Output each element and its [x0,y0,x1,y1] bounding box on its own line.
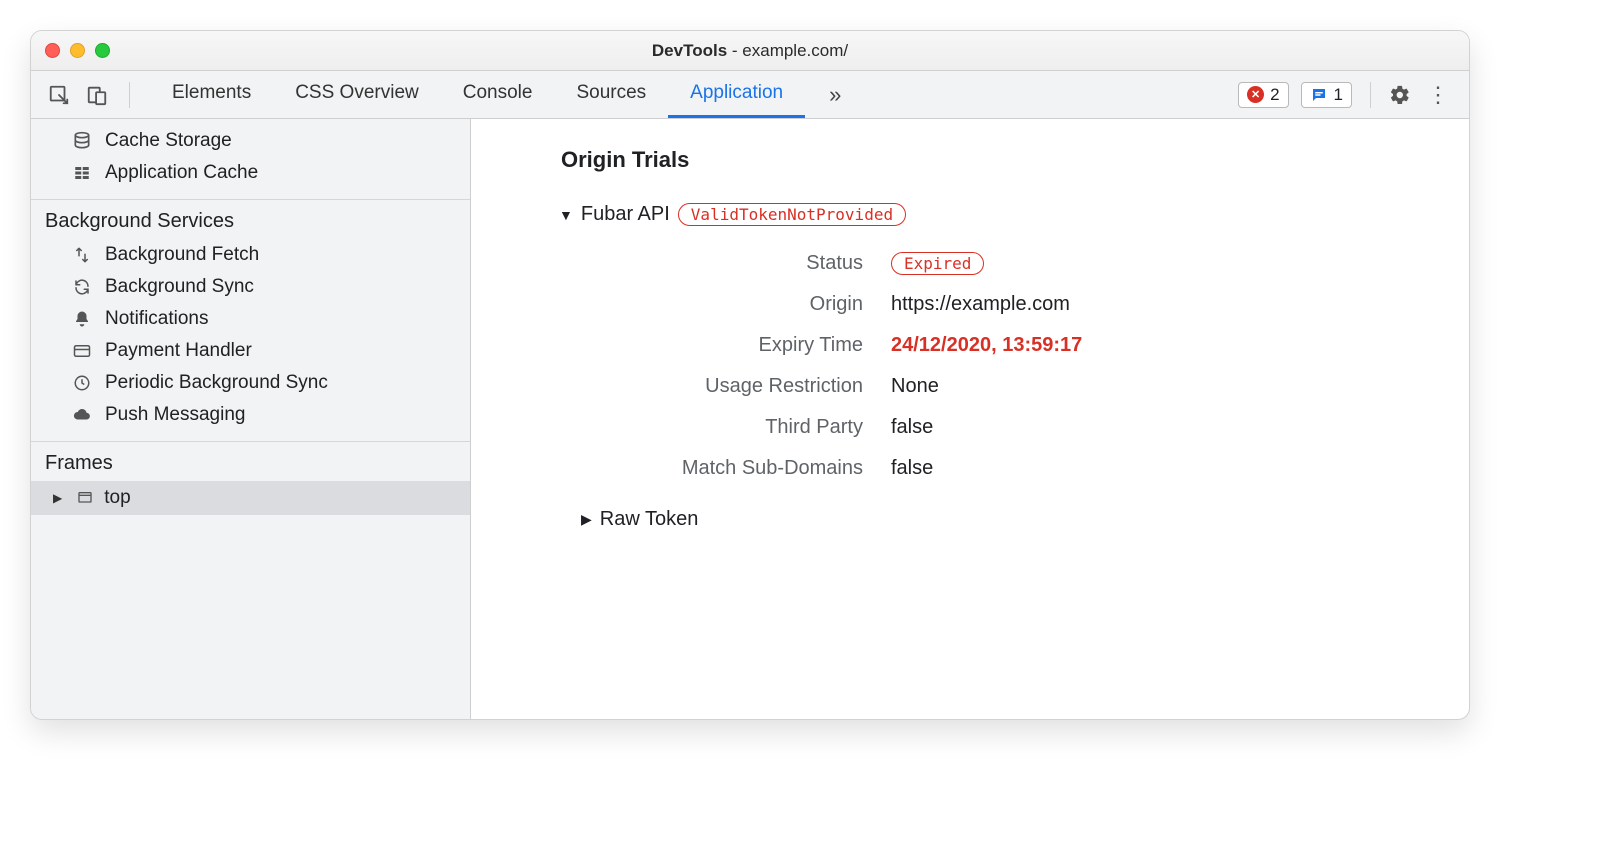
sidebar-item-background-sync[interactable]: Background Sync [31,271,470,303]
value-expiry: 24/12/2020, 13:59:17 [891,334,1439,357]
separator [1370,82,1371,108]
bell-icon [71,310,93,328]
sidebar-item-notifications[interactable]: Notifications [31,303,470,335]
tab-console[interactable]: Console [441,71,555,118]
raw-token-toggle[interactable]: ▶ Raw Token [581,508,1439,531]
database-icon [71,131,93,151]
grid-icon [71,164,93,182]
raw-token-label: Raw Token [600,508,699,531]
label-third-party: Third Party [591,416,891,439]
separator [129,82,130,108]
title-suffix: example.com/ [742,41,848,60]
sidebar-item-label: Cache Storage [105,130,232,152]
expand-icon: ▶ [581,511,592,528]
expand-icon: ▶ [53,491,62,505]
sidebar-item-push-messaging[interactable]: Push Messaging [31,399,470,431]
sidebar-item-background-fetch[interactable]: Background Fetch [31,239,470,271]
sidebar-item-application-cache[interactable]: Application Cache [31,157,470,189]
label-expiry: Expiry Time [591,334,891,357]
window-controls [45,43,110,58]
device-toggle-icon[interactable] [85,83,109,107]
trial-name: Fubar API [581,203,670,226]
card-icon [71,342,93,360]
message-count: 1 [1334,85,1343,105]
fetch-icon [71,246,93,264]
zoom-window-button[interactable] [95,43,110,58]
more-tabs-button[interactable]: » [819,82,851,108]
value-third-party: false [891,416,1439,439]
message-icon [1310,86,1328,104]
collapse-icon: ▼ [559,207,573,223]
sidebar-item-label: Application Cache [105,162,258,184]
panel-tabs: Elements CSS Overview Console Sources Ap… [150,71,805,118]
messages-badge[interactable]: 1 [1301,82,1352,108]
trial-header[interactable]: ▼ Fubar API ValidTokenNotProvided [559,203,1439,226]
panel-body: Cache Storage Application Cache Backgrou… [31,119,1469,719]
window-title: DevTools - example.com/ [31,41,1469,61]
tab-elements[interactable]: Elements [150,71,273,118]
status-expired-badge: Expired [891,252,984,275]
sidebar-item-label: Periodic Background Sync [105,372,328,394]
value-status: Expired [891,252,1439,275]
sidebar-item-label: Push Messaging [105,404,245,426]
label-usage-restriction: Usage Restriction [591,375,891,398]
title-prefix: DevTools [652,41,727,60]
trial-details: Status Expired Origin https://example.co… [591,252,1439,480]
error-count: 2 [1270,85,1279,105]
sidebar: Cache Storage Application Cache Backgrou… [31,119,471,719]
titlebar: DevTools - example.com/ [31,31,1469,71]
sync-icon [71,278,93,296]
value-usage-restriction: None [891,375,1439,398]
sidebar-item-payment-handler[interactable]: Payment Handler [31,335,470,367]
label-status: Status [591,252,891,275]
sidebar-item-label: Payment Handler [105,340,252,362]
sidebar-item-periodic-background-sync[interactable]: Periodic Background Sync [31,367,470,399]
clock-icon [71,374,93,392]
sidebar-section-frames: Frames [31,441,470,481]
minimize-window-button[interactable] [70,43,85,58]
toolbar-right: 2 1 ⋮ [1238,82,1453,108]
sidebar-item-label: Background Sync [105,276,254,298]
more-options-button[interactable]: ⋮ [1423,82,1453,108]
frame-label: top [104,487,130,509]
trial-status-badge: ValidTokenNotProvided [678,203,906,226]
error-icon [1247,86,1264,103]
inspect-icon[interactable] [47,83,71,107]
cloud-icon [71,406,93,424]
window-icon [74,490,96,506]
main-panel: Origin Trials ▼ Fubar API ValidTokenNotP… [471,119,1469,719]
sidebar-item-label: Background Fetch [105,244,259,266]
sidebar-section-background-services: Background Services [31,199,470,239]
sidebar-item-cache-storage[interactable]: Cache Storage [31,125,470,157]
label-origin: Origin [591,293,891,316]
page-heading: Origin Trials [561,147,1439,173]
tab-sources[interactable]: Sources [554,71,668,118]
frame-top[interactable]: ▶ top [31,481,470,515]
toolbar: Elements CSS Overview Console Sources Ap… [31,71,1469,119]
tab-css-overview[interactable]: CSS Overview [273,71,441,118]
label-match-subdomains: Match Sub-Domains [591,457,891,480]
settings-button[interactable] [1389,84,1411,106]
value-origin: https://example.com [891,293,1439,316]
errors-badge[interactable]: 2 [1238,82,1288,108]
value-match-subdomains: false [891,457,1439,480]
sidebar-item-label: Notifications [105,308,209,330]
tab-application[interactable]: Application [668,71,805,118]
devtools-window: DevTools - example.com/ Elements CSS Ove… [30,30,1470,720]
close-window-button[interactable] [45,43,60,58]
